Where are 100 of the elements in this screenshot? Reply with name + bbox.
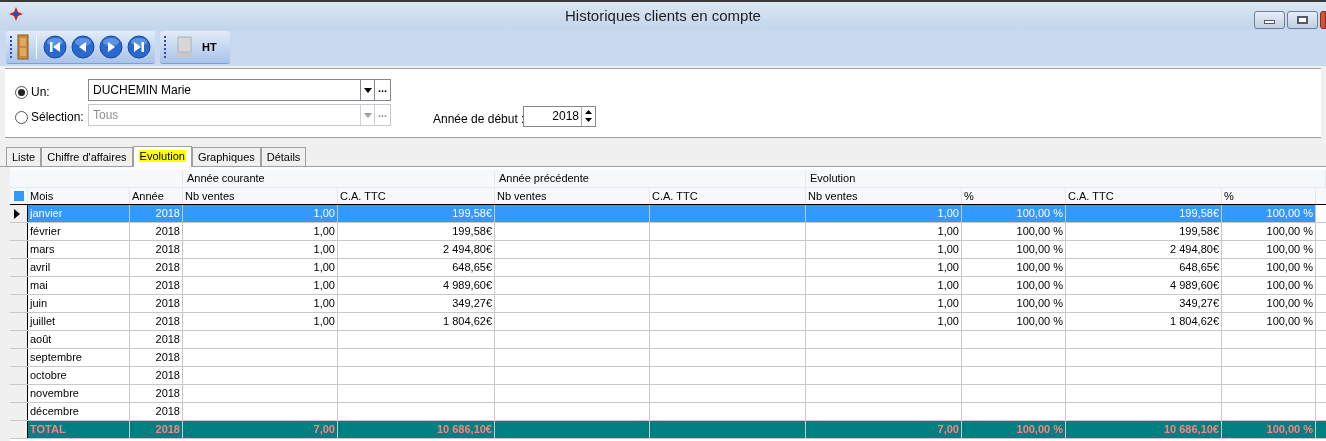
column-header[interactable]: % <box>1222 188 1316 204</box>
table-cell: 2018 <box>130 277 183 294</box>
total-cell: 10 686,10€ <box>338 421 495 438</box>
selected-row-icon <box>13 208 21 219</box>
table-cell: 1,00 <box>806 205 962 222</box>
table-cell: 100,00 % <box>1222 277 1316 294</box>
table-cell: août <box>28 331 130 348</box>
row-header[interactable] <box>10 403 28 420</box>
start-year-label: Année de début : <box>433 111 525 128</box>
table-cell: 100,00 % <box>962 205 1066 222</box>
row-header[interactable] <box>10 277 28 294</box>
year-spinner[interactable]: 2018 <box>523 106 596 127</box>
column-group-header: Année précédente <box>495 170 806 187</box>
row-header[interactable] <box>10 385 28 402</box>
table-cell: 100,00 % <box>962 259 1066 276</box>
table-cell: 1,00 <box>183 259 338 276</box>
row-header[interactable] <box>10 259 28 276</box>
table-cell: 2018 <box>130 331 183 348</box>
row-header[interactable] <box>10 295 28 312</box>
row-header[interactable] <box>10 331 28 348</box>
column-group-header: Evolution <box>806 170 1326 187</box>
tab[interactable]: Graphiques <box>191 147 261 166</box>
door-icon[interactable] <box>16 34 30 60</box>
window-title: Historiques clients en compte <box>565 5 761 26</box>
table-cell: 100,00 % <box>1222 313 1316 330</box>
next-record-icon[interactable] <box>99 35 123 59</box>
column-header[interactable]: C.A. TTC <box>650 188 806 204</box>
table-cell: 349,27€ <box>1066 295 1222 312</box>
table-cell: 1,00 <box>183 277 338 294</box>
spin-up-icon[interactable] <box>582 107 595 116</box>
table-cell: 2018 <box>130 223 183 240</box>
ht-button[interactable]: HT <box>202 38 217 56</box>
table-cell: février <box>28 223 130 240</box>
combo-box[interactable]: DUCHEMIN Marie ... <box>88 79 391 101</box>
close-button[interactable] <box>1320 11 1326 29</box>
table-cell: 100,00 % <box>962 223 1066 240</box>
select-all-icon[interactable] <box>13 191 24 201</box>
table-cell: septembre <box>28 349 130 366</box>
table-cell: 1,00 <box>183 205 338 222</box>
row-header[interactable] <box>10 349 28 366</box>
table-cell: janvier <box>28 205 130 222</box>
table-cell: 100,00 % <box>962 241 1066 258</box>
table-cell: 1,00 <box>183 313 338 330</box>
table-cell: 1,00 <box>806 277 962 294</box>
table-cell: 4 989,60€ <box>1066 277 1222 294</box>
table-cell: décembre <box>28 403 130 420</box>
tab[interactable]: Chiffre d'affaires <box>41 147 133 166</box>
column-header[interactable]: Nb ventes <box>495 188 650 204</box>
table-cell: 2 494,80€ <box>338 241 495 258</box>
table-cell: 1,00 <box>183 241 338 258</box>
table-cell: octobre <box>28 367 130 384</box>
tab[interactable]: Liste <box>6 147 42 166</box>
row-header[interactable] <box>10 205 28 222</box>
table-cell: 1,00 <box>806 313 962 330</box>
table-cell: 100,00 % <box>1222 223 1316 240</box>
total-cell: 10 686,10€ <box>1066 421 1222 438</box>
table-cell: 2018 <box>130 259 183 276</box>
table-cell: 4 989,60€ <box>338 277 495 294</box>
table-cell: 2018 <box>130 241 183 258</box>
more-button[interactable]: ... <box>374 80 390 100</box>
table-cell: 648,65€ <box>1066 259 1222 276</box>
row-header[interactable] <box>10 313 28 330</box>
first-record-icon[interactable] <box>43 35 67 59</box>
column-header[interactable]: Mois <box>28 188 130 204</box>
column-header[interactable]: Nb ventes <box>806 188 962 204</box>
column-header[interactable]: Année <box>130 188 183 204</box>
table-cell: 349,27€ <box>338 295 495 312</box>
last-record-icon[interactable] <box>127 35 151 59</box>
table-cell: 100,00 % <box>962 277 1066 294</box>
column-group-header: Année courante <box>183 170 495 187</box>
tab[interactable]: Détails <box>260 147 307 166</box>
app-icon <box>8 6 24 22</box>
table-cell: 1,00 <box>183 295 338 312</box>
total-cell: 2018 <box>130 421 183 438</box>
column-header[interactable]: Nb ventes <box>183 188 338 204</box>
row-header[interactable] <box>10 367 28 384</box>
column-header[interactable]: C.A. TTC <box>338 188 495 204</box>
table-cell: 2018 <box>130 367 183 384</box>
row-header[interactable] <box>10 223 28 240</box>
maximize-button[interactable] <box>1287 11 1318 29</box>
total-cell: TOTAL <box>28 421 130 438</box>
previous-record-icon[interactable] <box>71 35 95 59</box>
radio-button[interactable]: Un: <box>15 83 50 101</box>
tab[interactable]: Evolution <box>132 146 192 167</box>
table-cell: 2018 <box>130 385 183 402</box>
table-cell: novembre <box>28 385 130 402</box>
column-header[interactable]: % <box>962 188 1066 204</box>
table-cell: 2 494,80€ <box>1066 241 1222 258</box>
dropdown-arrow-icon[interactable] <box>363 87 372 93</box>
column-header[interactable]: C.A. TTC <box>1066 188 1222 204</box>
table-cell: 1,00 <box>806 295 962 312</box>
table-cell: 1,00 <box>183 223 338 240</box>
row-header[interactable] <box>10 421 28 438</box>
minimize-button[interactable] <box>1254 11 1285 29</box>
total-cell: 100,00 % <box>962 421 1066 438</box>
table-cell: 199,58€ <box>1066 205 1222 222</box>
row-header[interactable] <box>10 241 28 258</box>
total-cell: 7,00 <box>806 421 962 438</box>
table-cell: avril <box>28 259 130 276</box>
spin-down-icon[interactable] <box>582 116 595 125</box>
